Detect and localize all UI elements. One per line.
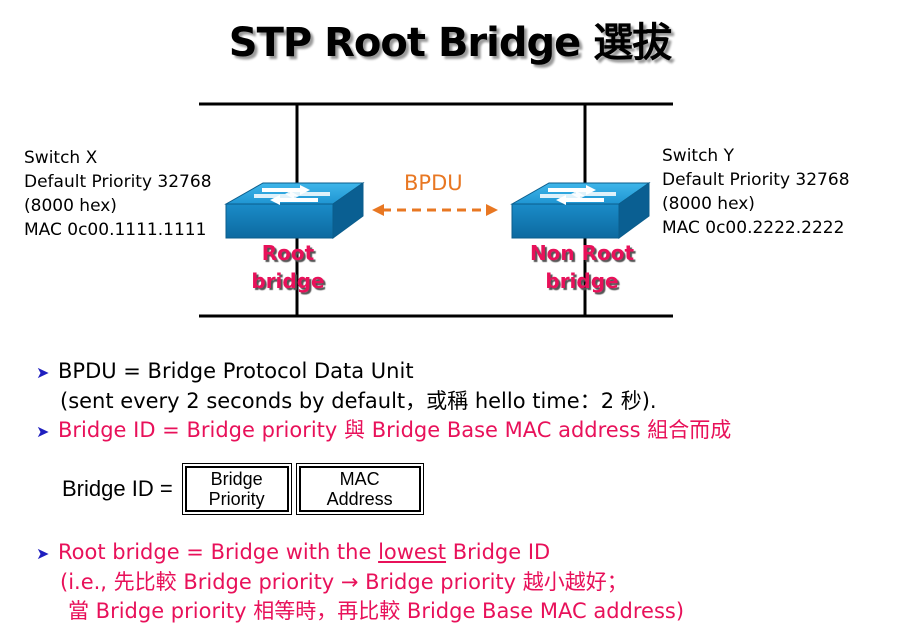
bullet-bridge-id: ➤ Bridge ID = Bridge priority 與 Bridge Ba…	[36, 416, 731, 446]
bullet-root-bridge-line1a: Root bridge = Bridge with the	[58, 540, 379, 564]
switch-y-role-line1: Non Root	[529, 241, 635, 265]
bullet-bpdu: ➤ BPDU = Bridge Protocol Data Unit (sent …	[36, 357, 657, 416]
bullet-arrow-icon: ➤	[36, 363, 50, 382]
switch-x-hex: (8000 hex)	[24, 196, 117, 216]
bullet-root-bridge-lowest: lowest	[378, 540, 447, 564]
switch-y-hex: (8000 hex)	[662, 194, 755, 214]
switch-y-info: Switch Y Default Priority 32768 (8000 he…	[662, 144, 850, 240]
bpdu-label: BPDU	[404, 171, 463, 195]
bullet-bpdu-line1: BPDU = Bridge Protocol Data Unit	[58, 359, 414, 383]
bullet-root-bridge-line3: 當 Bridge priority 相等時，再比較 Bridge Base MA…	[68, 599, 685, 623]
bridge-priority-box-line1: Bridge	[210, 469, 263, 489]
bullet-root-bridge-line1b: Bridge ID	[446, 540, 551, 564]
bullet-arrow-icon: ➤	[36, 544, 50, 563]
switch-x-icon	[224, 182, 365, 239]
switch-y-mac: MAC 0c00.2222.2222	[662, 218, 845, 238]
switch-x-role-line1: Root	[261, 241, 315, 265]
bullet-root-bridge: ➤ Root bridge = Bridge with the lowest Br…	[36, 538, 684, 626]
bridge-priority-box-line2: Priority	[208, 489, 265, 509]
switch-y-role-line2: bridge	[545, 269, 619, 293]
switch-x-role-line2: bridge	[251, 269, 325, 293]
bridge-id-formula: Bridge ID = Bridge Priority MAC Address	[62, 463, 424, 515]
switch-y-name: Switch Y	[662, 146, 734, 166]
bridge-priority-box: Bridge Priority	[181, 463, 292, 515]
switch-x-info: Switch X Default Priority 32768 (8000 he…	[24, 146, 212, 242]
mac-address-box-line1: MAC	[339, 469, 380, 489]
switch-y-priority: Default Priority 32768	[662, 170, 850, 190]
switch-x-name: Switch X	[24, 148, 98, 168]
bullet-bpdu-line2: (sent every 2 seconds by default，或稱 hell…	[60, 389, 657, 413]
bullet-root-bridge-line2: (i.e., 先比較 Bridge priority → Bridge prio…	[60, 570, 628, 594]
formula-label: Bridge ID =	[62, 476, 173, 501]
switch-x-mac: MAC 0c00.1111.1111	[24, 220, 207, 240]
bullet-bridge-id-line1: Bridge ID = Bridge priority 與 Bridge Bas…	[58, 418, 732, 442]
bullet-arrow-icon: ➤	[36, 422, 50, 441]
mac-address-box: MAC Address	[295, 463, 424, 515]
mac-address-box-line2: Address	[326, 489, 393, 509]
bpdu-arrow	[372, 204, 498, 216]
switch-y-role: Non Root bridge	[522, 239, 642, 295]
switch-y-icon	[510, 182, 651, 239]
switch-x-role: Root bridge	[238, 239, 338, 295]
switch-x-priority: Default Priority 32768	[24, 172, 212, 192]
